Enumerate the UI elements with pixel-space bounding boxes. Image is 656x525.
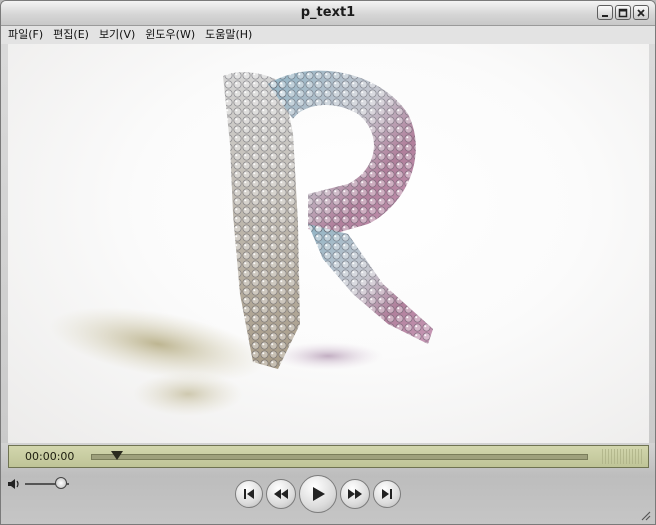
volume-knob[interactable]	[55, 477, 68, 489]
skip-to-end-icon	[382, 489, 392, 499]
playhead-icon[interactable]	[110, 451, 123, 461]
menu-file[interactable]: 파일(F)	[1, 26, 48, 44]
menu-bar: 파일(F) 편집(E) 보기(V) 윈도우(W) 도움말(H)	[1, 26, 655, 44]
title-bar[interactable]: p_text1	[1, 1, 655, 26]
maximize-button[interactable]	[615, 5, 631, 20]
timebar-grip	[602, 449, 642, 464]
menu-edit[interactable]: 편집(E)	[48, 26, 94, 44]
skip-to-start-icon	[244, 489, 254, 499]
speaker-icon[interactable]	[7, 477, 21, 491]
skip-to-start-button[interactable]	[235, 480, 263, 508]
fast-forward-button[interactable]	[340, 479, 370, 509]
current-time: 00:00:00	[25, 450, 75, 463]
window-controls	[597, 5, 649, 20]
menu-view[interactable]: 보기(V)	[94, 26, 140, 44]
transport-controls	[235, 475, 401, 513]
play-button[interactable]	[299, 475, 337, 513]
minimize-icon	[602, 14, 608, 17]
close-button[interactable]	[633, 5, 649, 20]
play-icon	[313, 487, 325, 501]
menu-help[interactable]: 도움말(H)	[200, 26, 257, 44]
player-window: p_text1 파일(F) 편집(E) 보기(V) 윈도우(W) 도움말(H)	[0, 0, 656, 525]
window-title: p_text1	[300, 5, 356, 20]
resize-grip-icon[interactable]	[639, 509, 651, 521]
close-icon	[637, 8, 645, 17]
maximize-icon	[618, 8, 628, 17]
seek-bar[interactable]	[91, 451, 588, 461]
rewind-button[interactable]	[266, 479, 296, 509]
rewind-icon	[274, 489, 288, 499]
minimize-button[interactable]	[597, 5, 613, 20]
time-bar: 00:00:00	[8, 445, 649, 468]
volume-control	[7, 477, 77, 491]
menu-window[interactable]: 윈도우(W)	[140, 26, 200, 44]
video-image-letter-r	[49, 70, 433, 416]
video-frame[interactable]	[8, 44, 649, 443]
fast-forward-icon	[348, 489, 362, 499]
skip-to-end-button[interactable]	[373, 480, 401, 508]
